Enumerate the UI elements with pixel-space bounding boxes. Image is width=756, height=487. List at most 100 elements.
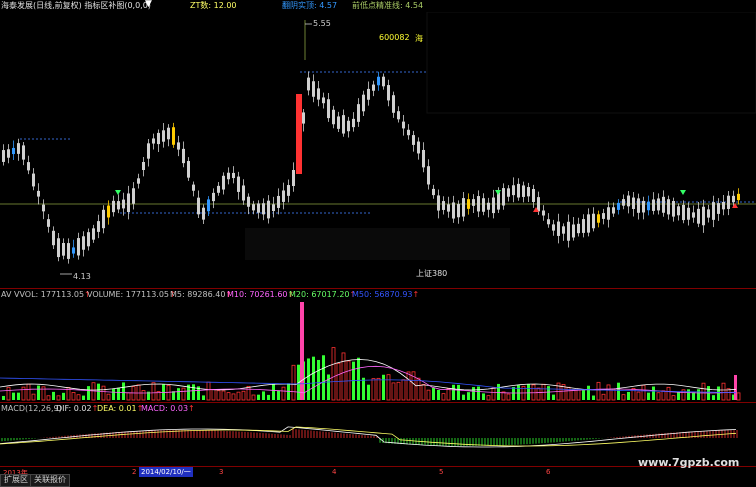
candle-body xyxy=(52,230,55,246)
candle-body xyxy=(222,175,225,190)
volume-bar xyxy=(112,388,115,400)
stock-code-label[interactable]: 600082 xyxy=(379,33,410,42)
candle-body xyxy=(292,169,295,187)
volume-bar xyxy=(251,394,256,401)
index-label[interactable]: 上证380 xyxy=(416,268,447,279)
candle-body xyxy=(267,200,270,219)
volume-bar xyxy=(291,364,296,401)
candle-body xyxy=(562,226,565,234)
dropdown-icon[interactable]: ▼ xyxy=(145,0,152,9)
candle-body xyxy=(567,221,570,241)
candle-body xyxy=(342,115,345,134)
candle-body xyxy=(427,166,430,185)
volume-bar xyxy=(216,390,221,401)
candle-body xyxy=(212,192,215,202)
panel-separator xyxy=(0,402,756,403)
candle-body xyxy=(597,214,600,223)
volume-bar xyxy=(446,388,451,401)
stock-title[interactable]: 海泰发展(日线,前复权) 指标区补图(0,0,0) xyxy=(1,0,151,11)
dark-overlay-box xyxy=(245,228,510,260)
volume-bar xyxy=(76,394,81,401)
watermark: www.7gpzb.com xyxy=(638,456,740,469)
volume-bar xyxy=(267,394,270,400)
candle-body xyxy=(482,198,485,212)
candle-body xyxy=(487,202,490,210)
candle-body xyxy=(137,178,140,184)
candle-body xyxy=(472,199,475,206)
candle-body xyxy=(247,196,250,207)
candle-body xyxy=(612,207,615,214)
volume-bar xyxy=(341,352,346,401)
candle-body xyxy=(582,219,585,233)
volume-bar xyxy=(457,384,460,400)
candle-body xyxy=(7,149,10,158)
volume-bar xyxy=(426,389,431,401)
volume-bar xyxy=(416,377,421,401)
volume-bar xyxy=(432,387,435,400)
candle-body xyxy=(237,176,240,192)
limit-up-volume-bar xyxy=(300,302,304,400)
volume-bar xyxy=(192,384,195,400)
volume-bar xyxy=(467,392,470,400)
volume-bar xyxy=(17,392,20,400)
latest-volume-bar xyxy=(734,375,737,400)
candle-body xyxy=(417,141,420,154)
volume-bar xyxy=(726,388,731,401)
volume-bar xyxy=(527,384,530,400)
volume-bar xyxy=(677,392,680,400)
up-arrow-icon: ↑ xyxy=(412,290,420,299)
info-overlay-box xyxy=(426,12,756,114)
stock-name-fragment: 海 xyxy=(415,34,423,43)
volume-bar xyxy=(406,371,411,401)
volume-bar xyxy=(606,384,611,401)
volume-bar xyxy=(491,387,496,401)
candle-body xyxy=(122,199,125,209)
candle-body xyxy=(477,196,480,212)
line1-label: 翻阴实顶: 4.57 xyxy=(282,1,338,10)
candle-body xyxy=(547,219,550,225)
candle-body xyxy=(277,195,280,208)
volume-bar xyxy=(421,384,426,401)
candle-body xyxy=(462,198,465,217)
candle-body xyxy=(307,77,310,91)
volume-bar xyxy=(82,395,85,400)
tab-related-quotes[interactable]: 关联报价 xyxy=(30,474,70,487)
macd-name-label: MACD(12,26,9) xyxy=(1,404,62,413)
volume-bar xyxy=(437,389,440,400)
volume-bar xyxy=(656,392,661,401)
candle-body xyxy=(22,145,25,160)
volume-bar xyxy=(736,392,741,401)
volume-bar xyxy=(671,395,676,401)
candle-body xyxy=(17,143,20,154)
candle-body xyxy=(312,81,315,97)
volume-label: VOLUME: 177113.05↑ xyxy=(87,290,176,299)
candle-body xyxy=(317,88,320,100)
volume-bar xyxy=(382,374,385,400)
candle-body xyxy=(207,199,210,212)
candle-body xyxy=(112,200,115,213)
candle-body xyxy=(287,185,290,196)
volume-bar xyxy=(701,382,706,401)
price-chart[interactable] xyxy=(0,12,756,288)
candle-body xyxy=(552,224,555,231)
candle-body xyxy=(432,188,435,196)
candle-body xyxy=(372,84,375,91)
candle-body xyxy=(97,221,100,232)
high-price-label: 5.55 xyxy=(313,19,331,28)
candle-body xyxy=(412,135,415,145)
tick-3: 3 xyxy=(219,468,224,476)
volume-bar xyxy=(386,374,391,401)
volume-bar xyxy=(627,391,630,400)
candle-body xyxy=(217,185,220,193)
volume-bar xyxy=(71,392,76,401)
line2-label: 前低点精准线: 4.54 xyxy=(352,1,424,10)
candle-body xyxy=(707,209,710,218)
volume-bar xyxy=(181,387,186,401)
candle-body xyxy=(452,202,455,219)
volume-chart[interactable] xyxy=(0,300,756,403)
volume-bar xyxy=(322,355,325,400)
tab-extension-area[interactable]: 扩展区 xyxy=(0,474,32,487)
candle-body xyxy=(402,121,405,129)
volume-bar xyxy=(452,384,455,400)
av-vvol-label: AV VVOL: 177113.05↑ xyxy=(1,290,91,299)
